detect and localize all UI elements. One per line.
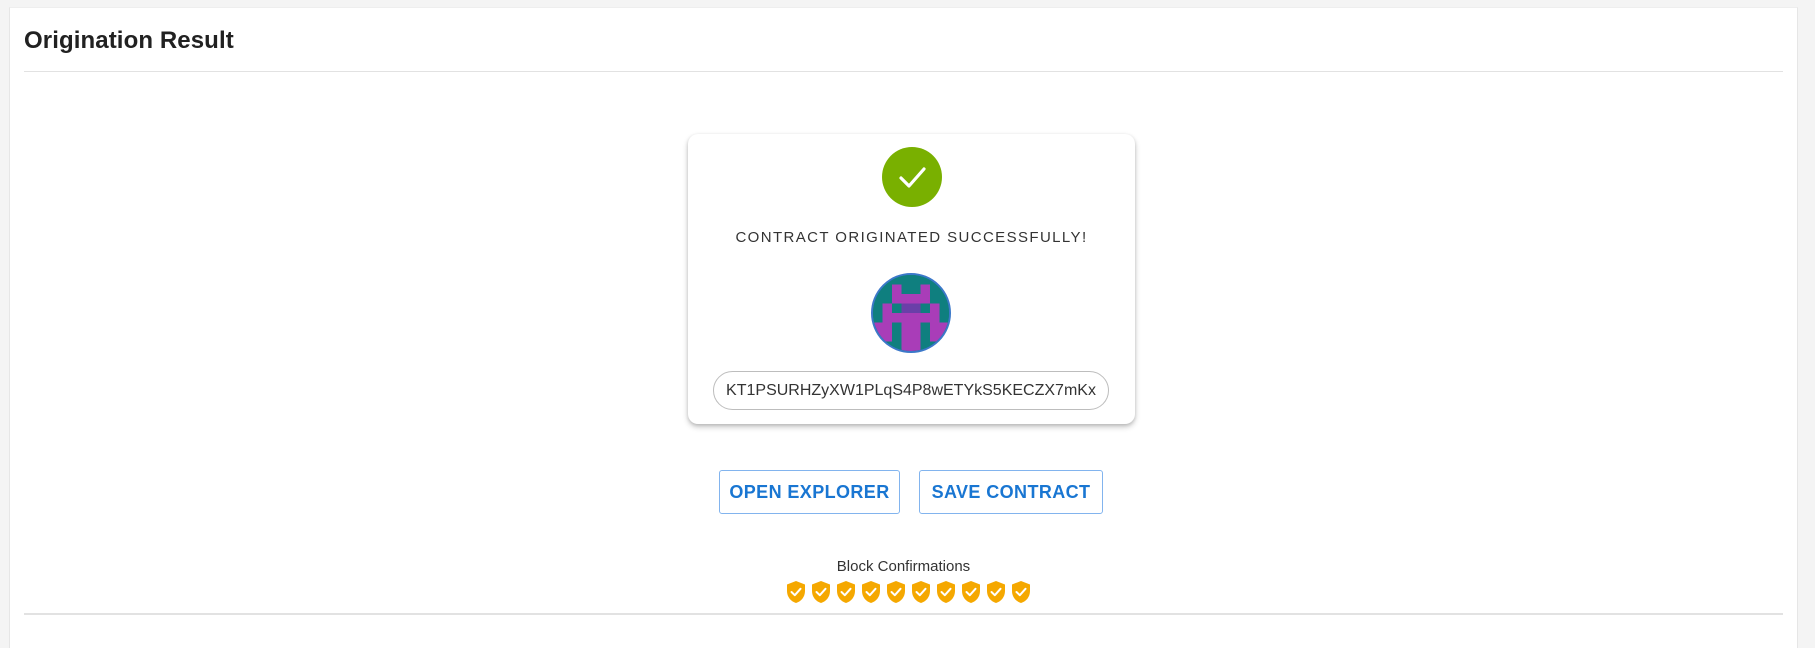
contract-address-field[interactable]: KT1PSURHZyXW1PLqS4P8wETYkS5KECZX7mKx [713, 371, 1109, 410]
shield-check-icon [787, 581, 805, 603]
result-card: CONTRACT ORIGINATED SUCCESSFULLY! KT1PSU… [688, 134, 1135, 424]
shield-check-icon [887, 581, 905, 603]
shield-check-icon [987, 581, 1005, 603]
shield-check-icon [837, 581, 855, 603]
save-contract-button[interactable]: SAVE CONTRACT [919, 470, 1103, 514]
contract-identicon [871, 273, 951, 353]
success-message: CONTRACT ORIGINATED SUCCESSFULLY! [735, 229, 1088, 246]
check-circle-icon [882, 147, 942, 207]
origination-result-panel: Origination Result CONTRACT ORIGINATED S… [9, 7, 1798, 648]
shield-check-icon [1012, 581, 1030, 603]
shield-check-icon [812, 581, 830, 603]
shield-check-icon [862, 581, 880, 603]
block-confirmations-label: Block Confirmations [836, 558, 971, 575]
shield-check-icon [912, 581, 930, 603]
divider [24, 613, 1783, 615]
shield-check-icon [962, 581, 980, 603]
page-title: Origination Result [24, 27, 234, 54]
panel-header: Origination Result [24, 8, 1783, 72]
shield-check-icon [937, 581, 955, 603]
confirmation-shields [786, 580, 1031, 606]
open-explorer-button[interactable]: OPEN EXPLORER [719, 470, 900, 514]
